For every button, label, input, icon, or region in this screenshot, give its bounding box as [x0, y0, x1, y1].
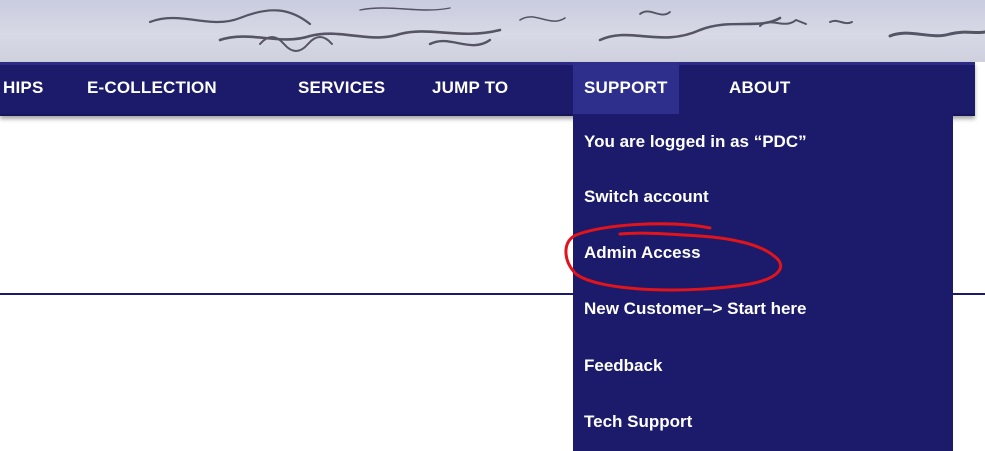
nav-item-e-collection[interactable]: E-COLLECTION [87, 62, 217, 114]
main-nav-bar: HIPS E-COLLECTION SERVICES JUMP TO SUPPO… [0, 62, 975, 116]
new-customer-link[interactable]: New Customer–> Start here [584, 299, 807, 319]
nav-item-services[interactable]: SERVICES [298, 62, 385, 114]
switch-account-link[interactable]: Switch account [584, 187, 709, 207]
content-divider-right [953, 293, 985, 295]
header-banner [0, 0, 985, 62]
handwriting-decoration [148, 7, 985, 52]
admin-access-link[interactable]: Admin Access [584, 243, 701, 263]
nav-item-hips[interactable]: HIPS [3, 62, 43, 114]
nav-item-jump-to[interactable]: JUMP TO [432, 62, 508, 114]
nav-item-about[interactable]: ABOUT [729, 62, 790, 114]
logged-in-status: You are logged in as “PDC” [584, 132, 807, 151]
tech-support-link[interactable]: Tech Support [584, 412, 692, 432]
nav-item-support[interactable]: SUPPORT [573, 62, 679, 114]
feedback-link[interactable]: Feedback [584, 356, 662, 376]
support-dropdown-menu: You are logged in as “PDC” Switch accoun… [573, 114, 953, 451]
content-divider [0, 293, 573, 295]
